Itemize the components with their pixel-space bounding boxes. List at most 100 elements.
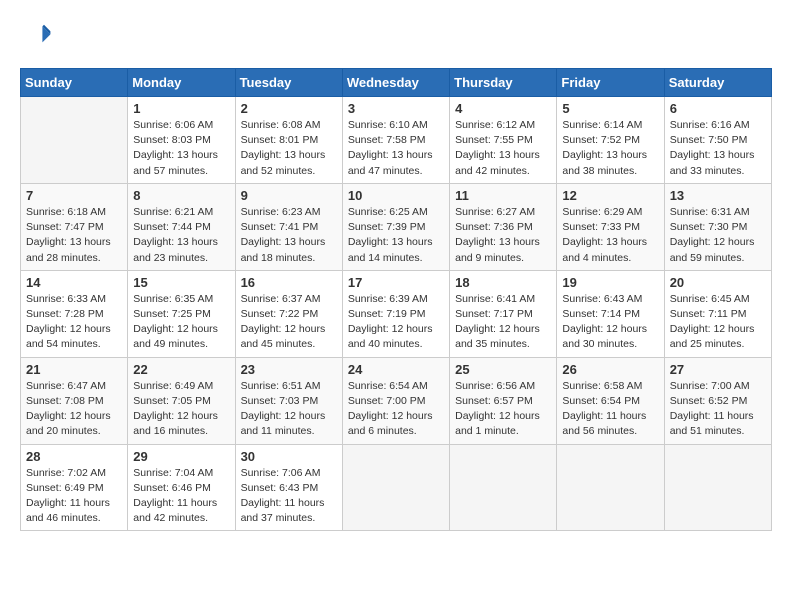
col-header-tuesday: Tuesday bbox=[235, 69, 342, 97]
day-number: 27 bbox=[670, 362, 766, 377]
day-cell: 29 Sunrise: 7:04 AM Sunset: 6:46 PM Dayli… bbox=[128, 444, 235, 531]
week-row-1: 1Sunrise: 6:06 AM Sunset: 8:03 PM Daylig… bbox=[21, 97, 772, 184]
day-cell bbox=[342, 444, 449, 531]
day-info: Sunrise: 6:14 AM Sunset: 7:52 PM Dayligh… bbox=[562, 118, 658, 179]
day-cell bbox=[21, 97, 128, 184]
day-info: Sunrise: 6:51 AM Sunset: 7:03 PM Dayligh… bbox=[241, 379, 337, 440]
day-info: Sunrise: 6:31 AM Sunset: 7:30 PM Dayligh… bbox=[670, 205, 766, 266]
day-info: Sunrise: 6:56 AM Sunset: 6:57 PM Dayligh… bbox=[455, 379, 551, 440]
col-header-wednesday: Wednesday bbox=[342, 69, 449, 97]
day-cell: 25Sunrise: 6:56 AM Sunset: 6:57 PM Dayli… bbox=[450, 357, 557, 444]
day-info: Sunrise: 6:12 AM Sunset: 7:55 PM Dayligh… bbox=[455, 118, 551, 179]
day-cell: 8Sunrise: 6:21 AM Sunset: 7:44 PM Daylig… bbox=[128, 183, 235, 270]
day-number: 13 bbox=[670, 188, 766, 203]
week-row-4: 21 Sunrise: 6:47 AM Sunset: 7:08 PM Dayli… bbox=[21, 357, 772, 444]
day-cell: 27 Sunrise: 7:00 AM Sunset: 6:52 PM Dayli… bbox=[664, 357, 771, 444]
day-cell: 10 Sunrise: 6:25 AM Sunset: 7:39 PM Dayli… bbox=[342, 183, 449, 270]
day-info: Sunrise: 7:00 AM Sunset: 6:52 PM Dayligh… bbox=[670, 379, 766, 440]
day-cell: 17 Sunrise: 6:39 AM Sunset: 7:19 PM Dayli… bbox=[342, 270, 449, 357]
day-cell: 23 Sunrise: 6:51 AM Sunset: 7:03 PM Dayli… bbox=[235, 357, 342, 444]
day-number: 29 bbox=[133, 449, 229, 464]
day-info: Sunrise: 6:29 AM Sunset: 7:33 PM Dayligh… bbox=[562, 205, 658, 266]
day-cell: 9 Sunrise: 6:23 AM Sunset: 7:41 PM Daylig… bbox=[235, 183, 342, 270]
day-cell: 22 Sunrise: 6:49 AM Sunset: 7:05 PM Dayli… bbox=[128, 357, 235, 444]
day-info: Sunrise: 6:39 AM Sunset: 7:19 PM Dayligh… bbox=[348, 292, 444, 353]
day-number: 2 bbox=[241, 101, 337, 116]
day-number: 10 bbox=[348, 188, 444, 203]
day-number: 21 bbox=[26, 362, 122, 377]
day-info: Sunrise: 6:21 AM Sunset: 7:44 PM Dayligh… bbox=[133, 205, 229, 266]
day-info: Sunrise: 6:58 AM Sunset: 6:54 PM Dayligh… bbox=[562, 379, 658, 440]
col-header-sunday: Sunday bbox=[21, 69, 128, 97]
day-number: 18 bbox=[455, 275, 551, 290]
day-cell: 6 Sunrise: 6:16 AM Sunset: 7:50 PM Daylig… bbox=[664, 97, 771, 184]
day-number: 12 bbox=[562, 188, 658, 203]
day-info: Sunrise: 6:25 AM Sunset: 7:39 PM Dayligh… bbox=[348, 205, 444, 266]
day-info: Sunrise: 6:43 AM Sunset: 7:14 PM Dayligh… bbox=[562, 292, 658, 353]
day-cell: 4 Sunrise: 6:12 AM Sunset: 7:55 PM Daylig… bbox=[450, 97, 557, 184]
day-number: 14 bbox=[26, 275, 122, 290]
col-header-saturday: Saturday bbox=[664, 69, 771, 97]
week-row-3: 14 Sunrise: 6:33 AM Sunset: 7:28 PM Dayli… bbox=[21, 270, 772, 357]
day-number: 16 bbox=[241, 275, 337, 290]
day-number: 5 bbox=[562, 101, 658, 116]
day-cell: 1Sunrise: 6:06 AM Sunset: 8:03 PM Daylig… bbox=[128, 97, 235, 184]
day-cell: 14 Sunrise: 6:33 AM Sunset: 7:28 PM Dayli… bbox=[21, 270, 128, 357]
logo-icon bbox=[20, 20, 52, 52]
day-number: 9 bbox=[241, 188, 337, 203]
day-info: Sunrise: 7:02 AM Sunset: 6:49 PM Dayligh… bbox=[26, 466, 122, 527]
day-cell: 30 Sunrise: 7:06 AM Sunset: 6:43 PM Dayli… bbox=[235, 444, 342, 531]
day-info: Sunrise: 6:54 AM Sunset: 7:00 PM Dayligh… bbox=[348, 379, 444, 440]
day-info: Sunrise: 6:33 AM Sunset: 7:28 PM Dayligh… bbox=[26, 292, 122, 353]
day-number: 28 bbox=[26, 449, 122, 464]
day-number: 4 bbox=[455, 101, 551, 116]
page-header bbox=[20, 20, 772, 52]
day-cell: 5 Sunrise: 6:14 AM Sunset: 7:52 PM Daylig… bbox=[557, 97, 664, 184]
calendar-table: SundayMondayTuesdayWednesdayThursdayFrid… bbox=[20, 68, 772, 531]
day-info: Sunrise: 6:49 AM Sunset: 7:05 PM Dayligh… bbox=[133, 379, 229, 440]
day-info: Sunrise: 6:23 AM Sunset: 7:41 PM Dayligh… bbox=[241, 205, 337, 266]
logo bbox=[20, 20, 56, 52]
day-cell bbox=[450, 444, 557, 531]
day-cell bbox=[557, 444, 664, 531]
day-number: 7 bbox=[26, 188, 122, 203]
day-number: 6 bbox=[670, 101, 766, 116]
day-number: 22 bbox=[133, 362, 229, 377]
day-info: Sunrise: 6:18 AM Sunset: 7:47 PM Dayligh… bbox=[26, 205, 122, 266]
day-info: Sunrise: 6:27 AM Sunset: 7:36 PM Dayligh… bbox=[455, 205, 551, 266]
header-row: SundayMondayTuesdayWednesdayThursdayFrid… bbox=[21, 69, 772, 97]
day-info: Sunrise: 7:06 AM Sunset: 6:43 PM Dayligh… bbox=[241, 466, 337, 527]
col-header-friday: Friday bbox=[557, 69, 664, 97]
day-cell: 20 Sunrise: 6:45 AM Sunset: 7:11 PM Dayli… bbox=[664, 270, 771, 357]
day-cell: 24Sunrise: 6:54 AM Sunset: 7:00 PM Dayli… bbox=[342, 357, 449, 444]
day-info: Sunrise: 6:10 AM Sunset: 7:58 PM Dayligh… bbox=[348, 118, 444, 179]
day-info: Sunrise: 6:37 AM Sunset: 7:22 PM Dayligh… bbox=[241, 292, 337, 353]
day-cell bbox=[664, 444, 771, 531]
day-number: 17 bbox=[348, 275, 444, 290]
day-cell: 13 Sunrise: 6:31 AM Sunset: 7:30 PM Dayli… bbox=[664, 183, 771, 270]
day-info: Sunrise: 6:41 AM Sunset: 7:17 PM Dayligh… bbox=[455, 292, 551, 353]
day-number: 26 bbox=[562, 362, 658, 377]
day-number: 20 bbox=[670, 275, 766, 290]
day-number: 30 bbox=[241, 449, 337, 464]
day-number: 19 bbox=[562, 275, 658, 290]
day-cell: 7 Sunrise: 6:18 AM Sunset: 7:47 PM Daylig… bbox=[21, 183, 128, 270]
day-cell: 21 Sunrise: 6:47 AM Sunset: 7:08 PM Dayli… bbox=[21, 357, 128, 444]
day-number: 1 bbox=[133, 101, 229, 116]
day-info: Sunrise: 7:04 AM Sunset: 6:46 PM Dayligh… bbox=[133, 466, 229, 527]
week-row-5: 28 Sunrise: 7:02 AM Sunset: 6:49 PM Dayli… bbox=[21, 444, 772, 531]
day-cell: 28 Sunrise: 7:02 AM Sunset: 6:49 PM Dayli… bbox=[21, 444, 128, 531]
day-cell: 11Sunrise: 6:27 AM Sunset: 7:36 PM Dayli… bbox=[450, 183, 557, 270]
col-header-monday: Monday bbox=[128, 69, 235, 97]
day-cell: 19 Sunrise: 6:43 AM Sunset: 7:14 PM Dayli… bbox=[557, 270, 664, 357]
day-number: 15 bbox=[133, 275, 229, 290]
day-cell: 12 Sunrise: 6:29 AM Sunset: 7:33 PM Dayli… bbox=[557, 183, 664, 270]
col-header-thursday: Thursday bbox=[450, 69, 557, 97]
day-number: 23 bbox=[241, 362, 337, 377]
day-info: Sunrise: 6:45 AM Sunset: 7:11 PM Dayligh… bbox=[670, 292, 766, 353]
day-info: Sunrise: 6:47 AM Sunset: 7:08 PM Dayligh… bbox=[26, 379, 122, 440]
day-cell: 2Sunrise: 6:08 AM Sunset: 8:01 PM Daylig… bbox=[235, 97, 342, 184]
day-cell: 26 Sunrise: 6:58 AM Sunset: 6:54 PM Dayli… bbox=[557, 357, 664, 444]
day-info: Sunrise: 6:35 AM Sunset: 7:25 PM Dayligh… bbox=[133, 292, 229, 353]
day-info: Sunrise: 6:16 AM Sunset: 7:50 PM Dayligh… bbox=[670, 118, 766, 179]
